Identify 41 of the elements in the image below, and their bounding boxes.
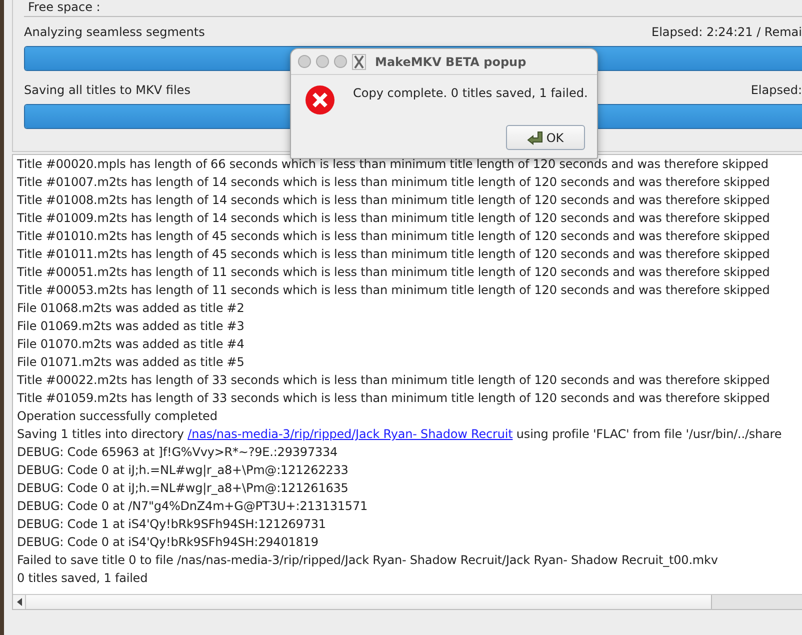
ok-button[interactable]: OK — [506, 125, 585, 150]
log-line: Title #01007.m2ts has length of 14 seconds which is less than minimum title length of 120 seconds and was therefore skipped — [17, 174, 771, 191]
window-control-icon[interactable] — [334, 55, 347, 68]
log-line: Saving 1 titles into directory /nas/nas-media-3/rip/ripped/Jack Ryan- Shadow Recruit using profile 'FLAC' from file '/usr/bin/../share — [17, 426, 783, 443]
log-line: DEBUG: Code 0 at iJ;h.=NL#wg|r_a8+\Pm@:121262233 — [17, 462, 350, 479]
log-line: Title #01011.m2ts has length of 45 seconds which is less than minimum title length of 120 seconds and was therefore skipped — [17, 246, 771, 263]
horizontal-scrollbar[interactable] — [13, 594, 802, 609]
free-space-label: Free space : — [27, 0, 102, 14]
log-line: DEBUG: Code 65963 at ]f!G%Vvy>R*~?9E.:29397334 — [17, 444, 339, 461]
log-line: File 01070.m2ts was added as title #4 — [17, 336, 246, 353]
elapsed-time: Elapsed: — [750, 83, 802, 99]
window-control-icon[interactable] — [316, 55, 329, 68]
log-line: File 01071.m2ts was added as title #5 — [17, 354, 246, 371]
task-label: Saving all titles to MKV files — [24, 83, 190, 99]
log-line: Title #01010.m2ts has length of 45 seconds which is less than minimum title length of 120 seconds and was therefore skipped — [17, 228, 771, 245]
window-control-icon[interactable] — [298, 55, 311, 68]
log-line: DEBUG: Code 0 at iS4'Qy!bRk9SFh94SH:29401819 — [17, 534, 320, 551]
scroll-left-icon[interactable] — [16, 598, 22, 606]
log-line: Title #00051.m2ts has length of 11 seconds which is less than minimum title length of 120 seconds and was therefore skipped — [17, 264, 771, 281]
directory-link[interactable]: /nas/nas-media-3/rip/ripped/Jack Ryan- Shadow Recruit — [188, 427, 513, 441]
log-line: File 01068.m2ts was added as title #2 — [17, 300, 246, 317]
log-line: DEBUG: Code 1 at iS4'Qy!bRk9SFh94SH:121269731 — [17, 516, 327, 533]
log-line: Title #00020.mpls has length of 66 seconds which is less than minimum title length of 120 seconds and was therefore skipped — [17, 156, 770, 173]
log-line: Operation successfully completed — [17, 408, 218, 425]
task-label: Analyzing seamless segments — [24, 25, 205, 41]
dialog-title: MakeMKV BETA popup — [375, 54, 526, 68]
elapsed-time: Elapsed: 2:24:21 / Remai — [652, 25, 802, 41]
log-line: Title #00053.m2ts has length of 11 seconds which is less than minimum title length of 120 seconds and was therefore skipped — [17, 282, 771, 299]
dialog-message: Copy complete. 0 titles saved, 1 failed. — [353, 85, 588, 102]
check-arrow-icon — [527, 130, 544, 144]
log-line: Title #01008.m2ts has length of 14 seconds which is less than minimum title length of 120 seconds and was therefore skipped — [17, 192, 771, 209]
error-icon — [305, 85, 335, 115]
log-line: Title #01009.m2ts has length of 14 seconds which is less than minimum title length of 120 seconds and was therefore skipped — [17, 210, 771, 227]
log-line: Title #00022.m2ts has length of 33 seconds which is less than minimum title length of 120 seconds and was therefore skipped — [17, 372, 771, 389]
log-line: Failed to save title 0 to file /nas/nas-media-3/rip/ripped/Jack Ryan- Shadow Recruit/Jack Ryan- Shadow Recruit_t00.mkv — [17, 552, 719, 569]
log-line: File 01069.m2ts was added as title #3 — [17, 318, 246, 335]
log-line: DEBUG: Code 0 at /N7"g4%DnZ4m+G@PT3U+:213131571 — [17, 498, 369, 515]
x-logo-icon — [352, 54, 366, 70]
log-line: DEBUG: Code 0 at iJ;h.=NL#wg|r_a8+\Pm@:121261635 — [17, 480, 350, 497]
log-line: 0 titles saved, 1 failed — [17, 570, 149, 587]
log-line: Title #01059.m2ts has length of 33 seconds which is less than minimum title length of 120 seconds and was therefore skipped — [17, 390, 771, 407]
